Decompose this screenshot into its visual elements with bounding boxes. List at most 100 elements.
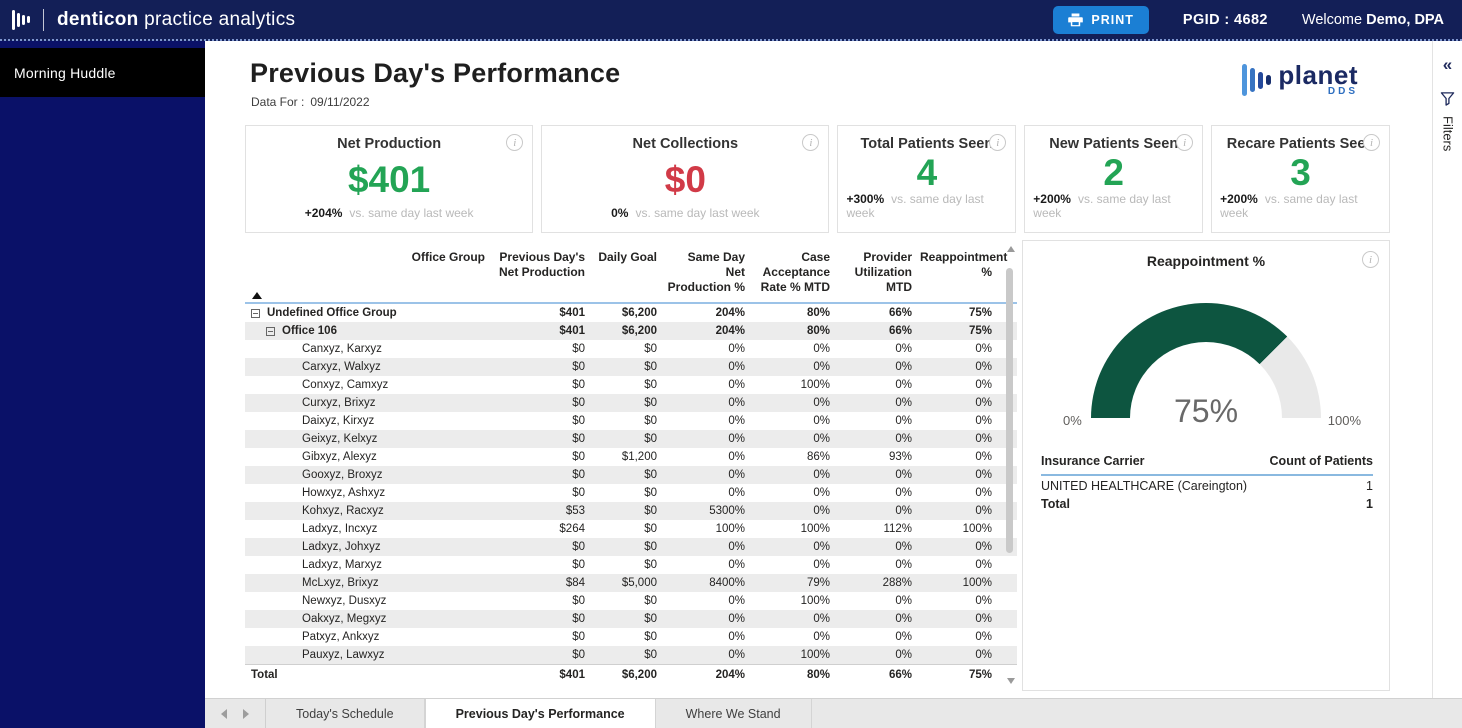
table-row[interactable]: Carxyz, Walxyz $0 $0 0% 0% 0% 0% [245,358,1017,376]
row-value-cell: 0% [895,649,912,661]
column-header-office-group[interactable]: Office Group [245,240,493,265]
data-for-date: 09/11/2022 [310,95,370,109]
sidebar-item-morning-huddle[interactable]: Morning Huddle [0,48,205,97]
row-value-cell: 100% [962,523,992,535]
table-row[interactable]: Geixyz, Kelxyz $0 $0 0% 0% 0% 0% [245,430,1017,448]
row-name-cell: Oakxyz, Megxyz [245,613,493,625]
kpi-info-icon[interactable]: i [1176,134,1194,151]
row-value-cell: $0 [644,505,657,517]
scrollbar-thumb[interactable] [1006,268,1013,553]
report-page-tabbar: Today's Schedule Previous Day's Performan… [205,698,1462,728]
row-value-cell: 0% [975,361,992,373]
sort-ascending-icon[interactable] [252,292,262,299]
table-row[interactable]: Undefined Office Group $401 $6,200 204% 80% 6… [245,304,1017,322]
table-row[interactable]: Canxyz, Karxyz $0 $0 0% 0% 0% 0% [245,340,1017,358]
row-name-cell: Curxyz, Brixyz [245,397,493,409]
row-value-cell: $0 [572,379,585,391]
row-name: Gibxyz, Alexyz [302,451,377,463]
table-row[interactable]: Ladxyz, Incxyz $264 $0 100% 100% 112% 100% [245,520,1017,538]
row-value-cell: $0 [644,595,657,607]
kpi-info-icon[interactable]: i [802,134,820,151]
kpi-info-icon[interactable]: i [1362,134,1380,151]
table-row[interactable]: Curxyz, Brixyz $0 $0 0% 0% 0% 0% [245,394,1017,412]
table-row[interactable]: McLxyz, Brixyz $84 $5,000 8400% 79% 288% 100% [245,574,1017,592]
row-value-cell: 0% [975,343,992,355]
kpi-value: $0 [664,158,706,200]
denticon-bars-icon [12,8,30,32]
sidebar-item-label: Morning Huddle [14,64,116,81]
row-value-cell: 112% [883,523,912,535]
table-row[interactable]: Conxyz, Camxyz $0 $0 0% 100% 0% 0% [245,376,1017,394]
carrier-name: UNITED HEALTHCARE (Careington) [1041,479,1248,493]
kpi-title: Recare Patients Seen [1226,136,1375,152]
kpi-comparison: 0% vs. same day last week [611,206,759,220]
scroll-down-icon[interactable] [1007,678,1015,684]
denticon-logo: denticon practice analytics [12,8,295,32]
gauge-min-label: 0% [1063,413,1082,428]
table-row[interactable]: Gibxyz, Alexyz $0 $1,200 0% 86% 93% 0% [245,448,1017,466]
kpi-info-icon[interactable]: i [506,134,524,151]
row-value-cell: $0 [644,541,657,553]
row-name: Conxyz, Camxyz [302,379,389,391]
row-value-cell: 204% [715,307,745,319]
kpi-info-icon[interactable]: i [989,134,1007,151]
row-value-cell: 100% [800,649,830,661]
table-row[interactable]: Oakxyz, Megxyz $0 $0 0% 0% 0% 0% [245,610,1017,628]
row-value-cell: 0% [813,397,830,409]
row-value-cell: 0% [975,649,992,661]
table-row[interactable]: Gooxyz, Broxyz $0 $0 0% 0% 0% 0% [245,466,1017,484]
gauge-info-icon[interactable]: i [1362,251,1379,268]
tab-previous-day-s-performance[interactable]: Previous Day's Performance [424,699,656,728]
table-row[interactable]: Newxyz, Dusxyz $0 $0 0% 100% 0% 0% [245,592,1017,610]
row-name: Oakxyz, Megxyz [302,613,387,625]
total-value-cell: 80% [806,669,830,681]
table-row[interactable]: Ladxyz, Johxyz $0 $0 0% 0% 0% 0% [245,538,1017,556]
tab-where-we-stand[interactable]: Where We Stand [656,699,812,728]
print-button[interactable]: PRINT [1053,5,1149,34]
row-value-cell: $0 [572,613,585,625]
kpi-caption: vs. same day last week [349,206,474,220]
kpi-delta: +200% [1220,192,1258,206]
row-value-cell: 5300% [709,505,745,517]
table-row[interactable]: Daixyz, Kirxyz $0 $0 0% 0% 0% 0% [245,412,1017,430]
tab-scroll-left-icon[interactable] [221,708,227,719]
row-value-cell: $0 [644,361,657,373]
expand-filters-icon[interactable]: « [1433,55,1462,75]
row-value-cell: 0% [728,379,745,391]
row-name-cell: Undefined Office Group [245,307,493,319]
total-value-cell: 66% [888,669,912,681]
carrier-header-name: Insurance Carrier [1041,454,1145,468]
row-name-cell: Carxyz, Walxyz [245,361,493,373]
collapse-icon[interactable] [266,326,275,336]
row-name-cell: Gooxyz, Broxyz [245,469,493,481]
table-row[interactable]: Patxyz, Ankxyz $0 $0 0% 0% 0% 0% [245,628,1017,646]
row-value-cell: $0 [572,397,585,409]
table-row[interactable]: Ladxyz, Marxyz $0 $0 0% 0% 0% 0% [245,556,1017,574]
brand-name: denticon [57,8,139,30]
kpi-delta: 0% [611,206,629,220]
row-name-cell: Ladxyz, Marxyz [245,559,493,571]
row-value-cell: $0 [572,631,585,643]
filter-funnel-icon[interactable] [1440,91,1455,106]
top-navigation-bar: denticon practice analytics PRINT PGID :… [0,0,1462,41]
column-header-2: Daily Goal [598,250,657,264]
row-value-cell: 0% [975,559,992,571]
row-value-cell: $6,200 [621,307,657,319]
kpi-title: Net Production [337,136,442,152]
table-row[interactable]: Kohxyz, Racxyz $53 $0 5300% 0% 0% 0% [245,502,1017,520]
kpi-card: Total Patients Seen i 4 +300% vs. same day l… [837,125,1017,233]
row-value-cell: $0 [644,397,657,409]
row-value-cell: 100% [800,595,830,607]
tab-scroll-right-icon[interactable] [243,708,249,719]
row-value-cell: 8400% [709,577,745,589]
scroll-up-icon[interactable] [1007,246,1015,252]
row-value-cell: $0 [572,343,585,355]
table-row[interactable]: Office 106 $401 $6,200 204% 80% 66% 75% [245,322,1017,340]
table-row[interactable]: Howxyz, Ashxyz $0 $0 0% 0% 0% 0% [245,484,1017,502]
table-row[interactable]: Pauxyz, Lawxyz $0 $0 0% 100% 0% 0% [245,646,1017,664]
collapse-icon[interactable] [251,308,260,318]
row-value-cell: 0% [975,595,992,607]
row-value-cell: 288% [882,577,912,589]
kpi-comparison: +204% vs. same day last week [305,206,474,220]
tab-today-s-schedule[interactable]: Today's Schedule [266,699,425,728]
